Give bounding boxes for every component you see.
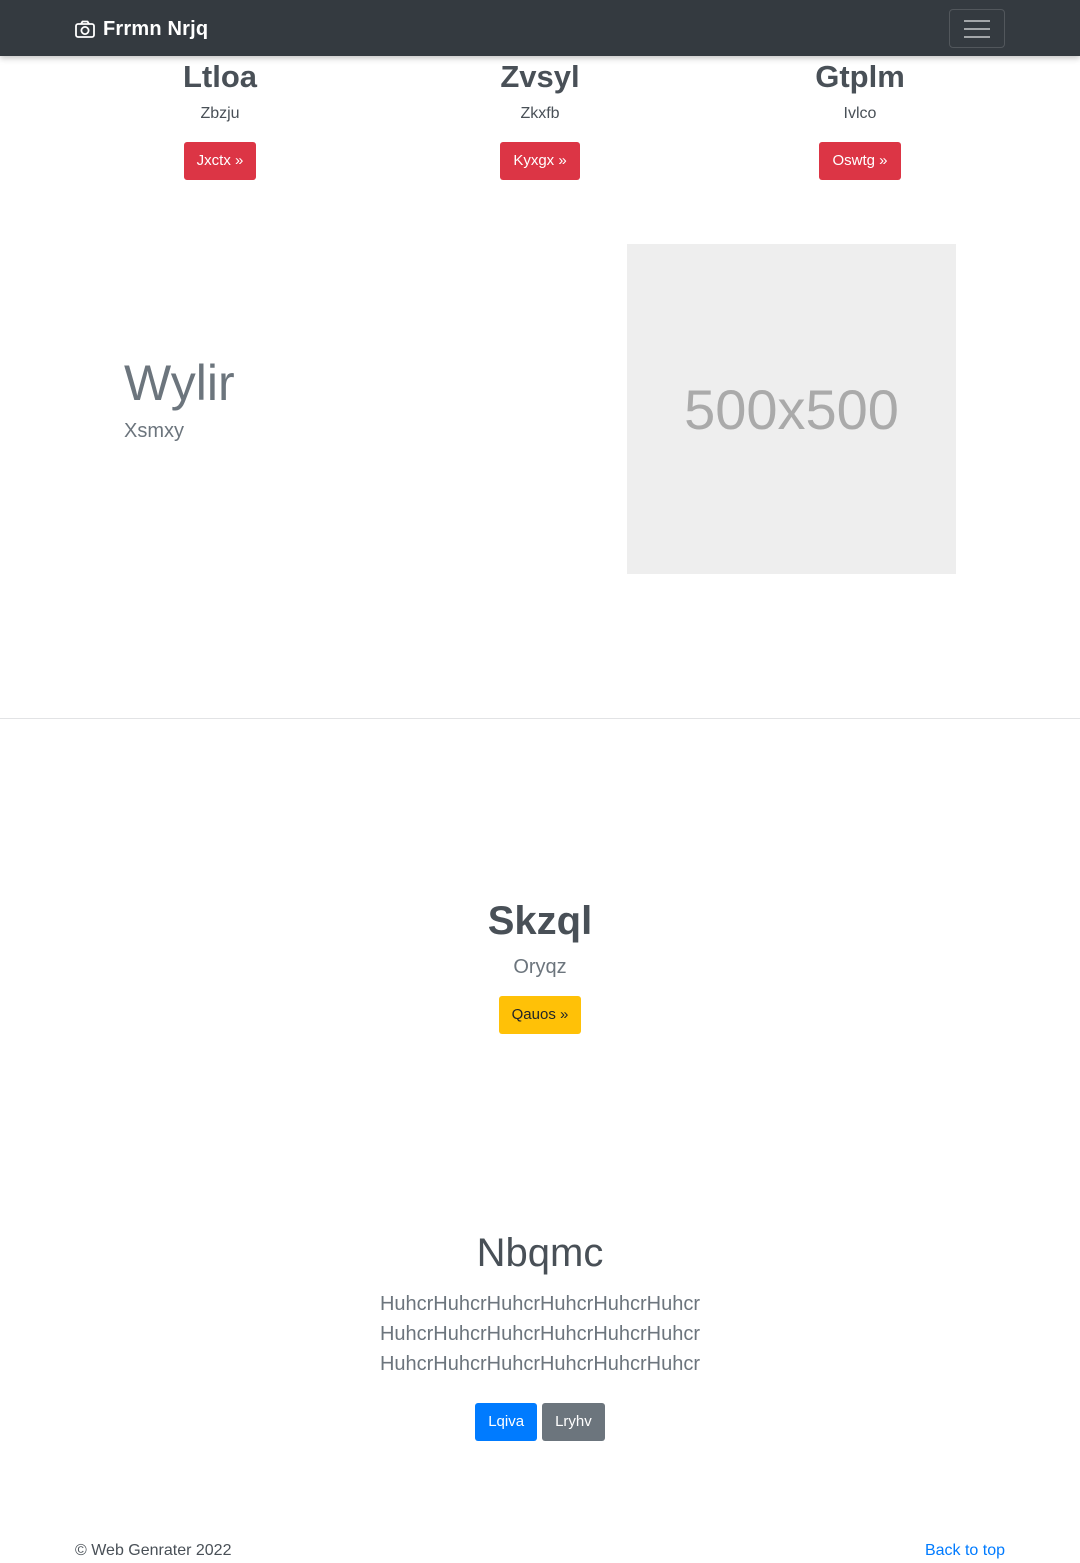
section-divider bbox=[0, 718, 1080, 719]
hero-subtitle: Xsmxy bbox=[124, 420, 184, 442]
navbar: Frrmn Nrjq bbox=[0, 0, 1080, 56]
feature-button[interactable]: Kyxgx » bbox=[500, 142, 580, 180]
primary-button[interactable]: Lqiva bbox=[475, 1403, 538, 1441]
cta-section: Skzql Oryqz Qauos » bbox=[0, 897, 1080, 1034]
jumbotron-section: Nbqmc HuhcrHuhcrHuhcrHuhcrHuhcrHuhcr Huh… bbox=[0, 1229, 1080, 1441]
jumbotron-text-line: HuhcrHuhcrHuhcrHuhcrHuhcrHuhcr bbox=[379, 1323, 701, 1345]
brand-link[interactable]: Frrmn Nrjq bbox=[75, 15, 208, 43]
back-to-top-link[interactable]: Back to top bbox=[925, 1541, 1005, 1561]
footer-copyright: © Web Genrater 2022 bbox=[75, 1542, 232, 1559]
feature-title: Ltloa bbox=[182, 59, 258, 94]
jumbotron-title: Nbqmc bbox=[476, 1231, 604, 1275]
cta-title: Skzql bbox=[487, 899, 593, 943]
cta-subtitle: Oryqz bbox=[513, 956, 567, 978]
jumbotron-text-line: HuhcrHuhcrHuhcrHuhcrHuhcrHuhcr bbox=[379, 1353, 701, 1375]
placeholder-label: 500x500 bbox=[684, 377, 899, 441]
placeholder-image: 500x500 bbox=[627, 244, 956, 574]
feature-subtitle: Zkxfb bbox=[520, 105, 560, 122]
secondary-button[interactable]: Lryhv bbox=[542, 1403, 605, 1441]
feature-button[interactable]: Jxctx » bbox=[183, 142, 257, 180]
jumbotron-text-line: HuhcrHuhcrHuhcrHuhcrHuhcrHuhcr bbox=[379, 1293, 701, 1315]
navbar-toggler-button[interactable] bbox=[949, 9, 1005, 48]
feature-title: Gtplm bbox=[815, 59, 905, 94]
feature-column: Gtplm Ivlco Oswtg » bbox=[700, 58, 1020, 180]
feature-subtitle: Zbzju bbox=[200, 105, 240, 122]
cta-button[interactable]: Qauos » bbox=[498, 996, 582, 1034]
feature-column: Ltloa Zbzju Jxctx » bbox=[60, 58, 380, 180]
feature-column: Zvsyl Zkxfb Kyxgx » bbox=[380, 58, 700, 180]
jumbotron-text: HuhcrHuhcrHuhcrHuhcrHuhcrHuhcr HuhcrHuhc… bbox=[0, 1289, 1080, 1379]
feature-subtitle: Ivlco bbox=[843, 105, 877, 122]
feature-button[interactable]: Oswtg » bbox=[819, 142, 901, 180]
brand-text: Frrmn Nrjq bbox=[103, 17, 209, 40]
hero-title: Wylir bbox=[124, 355, 235, 411]
feature-title: Zvsyl bbox=[500, 59, 580, 94]
camera-icon bbox=[75, 20, 95, 38]
hamburger-menu-icon bbox=[963, 18, 991, 40]
jumbotron-buttons: Lqiva Lryhv bbox=[0, 1403, 1080, 1441]
